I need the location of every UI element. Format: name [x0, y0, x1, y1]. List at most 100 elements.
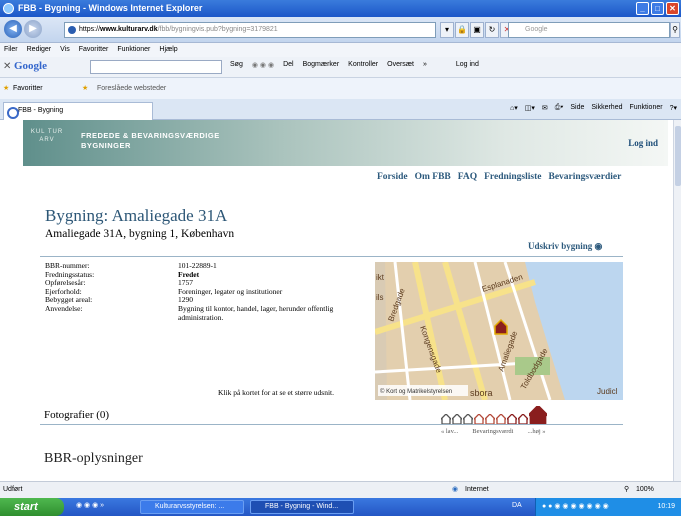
- compat-icon[interactable]: ▣: [470, 22, 484, 38]
- menu-favorites[interactable]: Favoritter: [79, 43, 109, 57]
- ie-icon: [3, 3, 14, 14]
- nav-faq[interactable]: FAQ: [458, 172, 477, 182]
- site-title[interactable]: FREDEDE & BEVARINGSVÆRDIGE BYGNINGER: [81, 131, 220, 151]
- title-bar: FBB - Bygning - Windows Internet Explore…: [0, 0, 681, 17]
- dropdown-icon[interactable]: ▾: [440, 22, 454, 38]
- bevaring-low: « lav...: [441, 428, 459, 435]
- scroll-thumb[interactable]: [675, 126, 681, 186]
- google-share-button[interactable]: Del: [283, 61, 294, 69]
- status-text: Udført: [3, 486, 23, 493]
- bevaring-house-icon: [452, 414, 462, 424]
- google-check-button[interactable]: Kontroller: [348, 61, 378, 69]
- google-signin-button[interactable]: Log ind: [456, 61, 479, 69]
- map-label-ils: ils: [376, 293, 384, 302]
- lock-icon[interactable]: 🔒: [455, 22, 469, 38]
- refresh-icon[interactable]: ↻: [485, 22, 499, 38]
- bevaring-house-icon: [518, 414, 528, 424]
- mail-icon[interactable]: ✉: [542, 104, 548, 112]
- tray-icons[interactable]: ● ● ◉ ◉ ◉ ◉ ◉ ◉ ◉: [542, 498, 609, 516]
- bevaring-house-icon: [441, 414, 451, 424]
- menu-view[interactable]: Vis: [60, 43, 70, 57]
- bevaring-house-icon: [507, 414, 517, 424]
- add-favorite-icon[interactable]: ★: [82, 78, 88, 99]
- google-search-button[interactable]: Søg: [230, 61, 243, 69]
- map-label-sbora: sbora: [470, 388, 493, 398]
- divider: [40, 424, 623, 425]
- nav-om-fbb[interactable]: Om FBB: [415, 172, 451, 182]
- kulturarv-logo: KUL TUR ARV: [30, 129, 64, 143]
- info-value: Bygning til kontor, handel, lager, herun…: [178, 303, 334, 322]
- google-logo: Google: [14, 60, 47, 72]
- print-building-link[interactable]: Udskriv bygning ◉: [528, 241, 602, 252]
- google-translate-button[interactable]: Oversæt: [387, 61, 414, 69]
- taskbar: start ◉ ◉ ◉ » Kulturarvsstyrelsen: ... F…: [0, 498, 681, 516]
- zoom-level[interactable]: 100%: [636, 482, 654, 498]
- menu-tools[interactable]: Funktioner: [117, 43, 150, 57]
- google-toolbar: ✕ Google Søg ◉ ◉ ◉ Del Bogmærker Kontrol…: [0, 57, 681, 78]
- quicklaunch-icons[interactable]: ◉ ◉ ◉ »: [76, 501, 104, 509]
- photos-heading: Fotografier (0): [44, 409, 110, 421]
- bevaring-house-icon: [485, 414, 495, 424]
- star-icon: ★: [3, 85, 10, 92]
- google-search-input[interactable]: [90, 60, 222, 74]
- divider: [40, 256, 623, 257]
- nav-forside[interactable]: Forside: [377, 172, 408, 182]
- task-fbb-bygning[interactable]: FBB - Bygning - Wind...: [250, 500, 354, 514]
- browser-window: FBB - Bygning - Windows Internet Explore…: [0, 0, 681, 516]
- system-tray: ● ● ◉ ◉ ◉ ◉ ◉ ◉ ◉ 10:19: [535, 498, 681, 516]
- favorites-button[interactable]: Favoritter: [13, 78, 43, 99]
- close-button[interactable]: ✕: [666, 2, 679, 15]
- menu-bar: Filer Rediger Vis Favoritter Funktioner …: [0, 43, 681, 57]
- menu-help[interactable]: Hjælp: [159, 43, 177, 57]
- bbr-heading: BBR-oplysninger: [44, 451, 143, 466]
- language-indicator[interactable]: DA: [512, 502, 522, 509]
- start-button[interactable]: start: [0, 498, 64, 516]
- help-icon[interactable]: ?▾: [670, 104, 677, 112]
- google-more-button[interactable]: »: [423, 61, 427, 69]
- nav-bevaringsvaerdier[interactable]: Bevaringsværdier: [548, 172, 621, 182]
- close-toolbar-icon[interactable]: ✕: [3, 61, 11, 72]
- page-scrollbar[interactable]: [673, 120, 681, 481]
- tab-fbb-bygning[interactable]: FBB - Bygning: [3, 102, 153, 120]
- bevaring-house-icon: [529, 406, 547, 424]
- search-icon[interactable]: ⚲: [670, 22, 680, 38]
- tab-bar: FBB - Bygning ⌂▾ ◫▾ ✉ ⎙▾ Side Sikkerhed …: [0, 99, 681, 120]
- zoom-icon[interactable]: ⚲: [624, 482, 629, 498]
- back-button[interactable]: ◀: [4, 20, 22, 38]
- map-label-ikt: ikt: [376, 273, 385, 282]
- search-input[interactable]: Google: [508, 22, 670, 38]
- info-value: Fredet: [178, 269, 200, 279]
- window-title: FBB - Bygning - Windows Internet Explore…: [18, 3, 203, 13]
- info-value: Foreninger, legater og institutioner: [178, 286, 283, 296]
- forward-button[interactable]: ▶: [24, 20, 42, 38]
- home-icon[interactable]: ⌂▾: [510, 104, 518, 112]
- feeds-icon[interactable]: ◫▾: [525, 104, 535, 112]
- status-bar: Udført ◉ Internet ⚲ 100%: [0, 481, 681, 498]
- url-field[interactable]: https://www.kulturarv.dk/fbb/bygningvis.…: [64, 22, 436, 38]
- location-map[interactable]: Esplanaden Amaliegade Bredgade Kongensga…: [375, 262, 623, 400]
- internet-zone-icon: ◉: [452, 486, 459, 493]
- security-zone: Internet: [465, 486, 489, 493]
- menu-file[interactable]: Filer: [4, 43, 18, 57]
- page-menu[interactable]: Side: [570, 104, 584, 112]
- nav-fredningsliste[interactable]: Fredningsliste: [484, 172, 541, 182]
- login-link[interactable]: Log ind: [628, 138, 658, 148]
- info-row: Anvendelse: Bygning til kontor, handel, l…: [45, 303, 358, 322]
- google-bookmarks-button[interactable]: Bogmærker: [303, 61, 340, 69]
- suggested-sites-button[interactable]: Foreslåede websteder: [97, 78, 166, 99]
- page-title: Bygning: Amaliegade 31A: [45, 206, 228, 225]
- bevaring-house-icon: [496, 414, 506, 424]
- page-subtitle: Amaliegade 31A, bygning 1, København: [45, 228, 235, 240]
- info-value: 101-22889-1: [178, 261, 217, 270]
- tools-menu[interactable]: Funktioner: [630, 104, 663, 112]
- maximize-button[interactable]: □: [651, 2, 664, 15]
- address-bar-row: ◀ ▶ https://www.kulturarv.dk/fbb/bygning…: [0, 17, 681, 43]
- map-note: Klik på kortet for at se et større udsni…: [218, 388, 335, 397]
- safety-menu[interactable]: Sikkerhed: [591, 104, 622, 112]
- menu-edit[interactable]: Rediger: [27, 43, 52, 57]
- minimize-button[interactable]: _: [636, 2, 649, 15]
- bevaring-high: ...høj »: [527, 428, 546, 435]
- task-kulturarv[interactable]: Kulturarvsstyrelsen: ...: [140, 500, 244, 514]
- bevaring-labels: « lav... Bevaringsværdi ...høj »: [441, 428, 546, 435]
- print-icon[interactable]: ⎙▾: [555, 104, 564, 112]
